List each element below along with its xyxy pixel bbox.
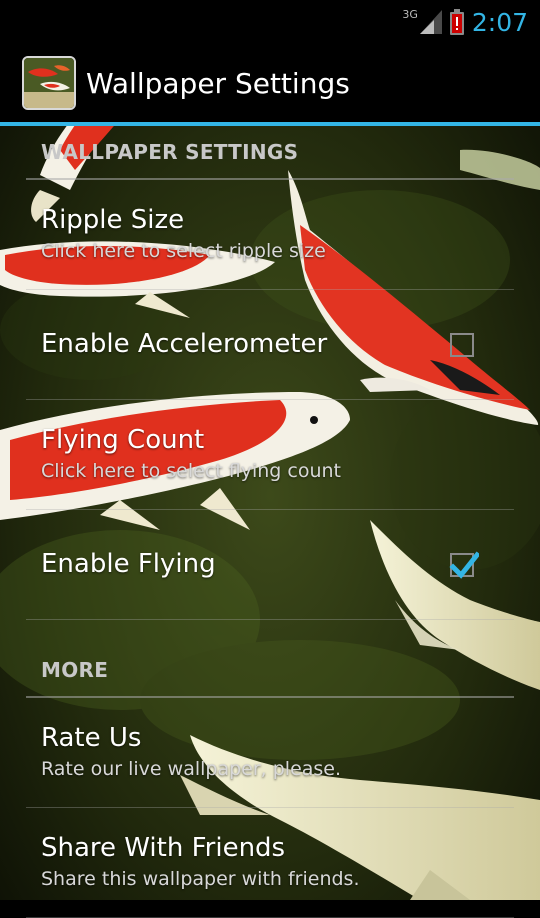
- pref-enable-flying[interactable]: Enable Flying: [26, 510, 514, 620]
- pref-enable-accelerometer[interactable]: Enable Accelerometer: [26, 290, 514, 400]
- pref-summary: Click here to select flying count: [41, 459, 342, 482]
- pref-title: Enable Accelerometer: [41, 328, 328, 359]
- pref-title: Rate Us: [41, 722, 142, 753]
- koi-app-icon: [24, 58, 74, 108]
- preferences-list: WALLPAPER SETTINGS Ripple Size Click her…: [0, 126, 540, 918]
- pref-ripple-size[interactable]: Ripple Size Click here to select ripple …: [26, 180, 514, 290]
- pref-summary: Share this wallpaper with friends.: [41, 867, 360, 890]
- pref-summary: Rate our live wallpaper, please.: [41, 757, 342, 780]
- category-wallpaper-settings: WALLPAPER SETTINGS: [26, 126, 514, 180]
- pref-title: Ripple Size: [41, 204, 185, 235]
- accelerometer-checkbox[interactable]: [450, 332, 474, 357]
- page-title: Wallpaper Settings: [86, 66, 350, 100]
- pref-summary: Click here to select ripple size: [41, 239, 326, 262]
- network-type-label: 3G: [402, 7, 418, 21]
- status-clock: 2:07: [471, 7, 528, 37]
- pref-flying-count[interactable]: Flying Count Click here to select flying…: [26, 400, 514, 510]
- signal-icon: [419, 10, 442, 34]
- pref-rate-us[interactable]: Rate Us Rate our live wallpaper, please.: [26, 698, 514, 808]
- pref-share-with-friends[interactable]: Share With Friends Share this wallpaper …: [26, 808, 514, 918]
- flying-checkbox[interactable]: [449, 550, 479, 579]
- action-bar: Wallpaper Settings: [0, 44, 540, 126]
- status-bar: 3G 2:07: [0, 0, 540, 44]
- category-more: MORE: [26, 644, 514, 698]
- checkmark-icon: [449, 550, 479, 579]
- pref-title: Share With Friends: [41, 832, 286, 863]
- pref-title: Flying Count: [41, 424, 205, 455]
- battery-alert-icon: [449, 9, 464, 35]
- pref-title: Enable Flying: [41, 548, 216, 579]
- app-icon[interactable]: [22, 56, 76, 110]
